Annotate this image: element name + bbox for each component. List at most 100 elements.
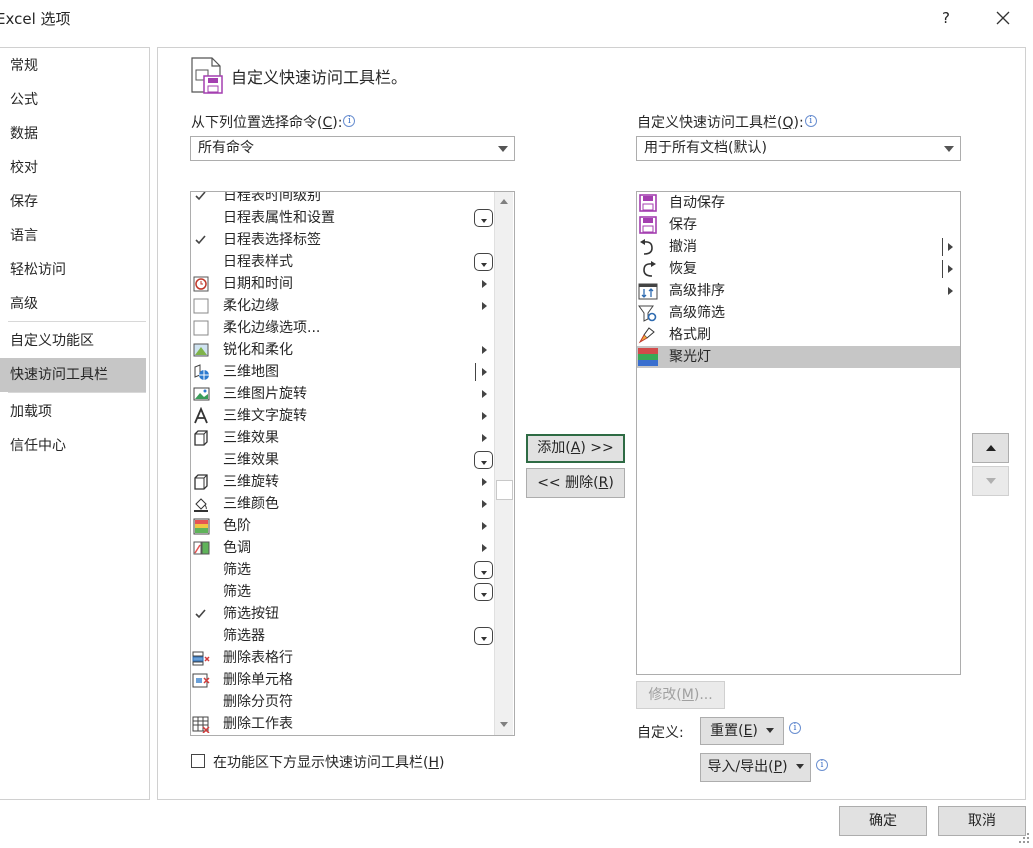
dropdown-control-icon [474, 253, 493, 271]
toolbar-scope-select[interactable]: 用于所有文档(默认) [636, 136, 961, 161]
move-down-button[interactable] [972, 466, 1009, 496]
command-list-item[interactable]: 筛选 [191, 559, 496, 581]
command-list-item[interactable]: 日程表样式 [191, 251, 496, 273]
command-list-item[interactable]: 筛选按钮 [191, 603, 496, 625]
command-label: 三维图片旋转 [223, 386, 307, 402]
scroll-up-button[interactable] [495, 193, 514, 210]
nav-item-save[interactable]: 保存 [0, 185, 146, 219]
import-export-button[interactable]: 导入/导出(P) [700, 753, 811, 782]
command-list-item[interactable]: 日程表选择标签 [191, 229, 496, 251]
choose-commands-value: 所有命令 [198, 140, 254, 156]
nav-item-data[interactable]: 数据 [0, 117, 146, 151]
toolbar-list-item[interactable]: 保存 [637, 214, 960, 236]
command-label: 柔化边缘选项... [223, 320, 321, 336]
info-icon[interactable]: i [789, 722, 801, 734]
command-list-item[interactable]: 柔化边缘选项... [191, 317, 496, 339]
submenu-arrow-icon [482, 280, 487, 288]
command-list-item[interactable]: 删除表格行 [191, 647, 496, 669]
command-list-item[interactable]: 锐化和柔化 [191, 339, 496, 361]
help-button[interactable]: ? [934, 6, 958, 30]
command-list-item[interactable]: 三维效果 [191, 449, 496, 471]
commands-scrollbar[interactable] [494, 192, 513, 735]
move-up-button[interactable] [972, 433, 1009, 463]
submenu-arrow-icon [482, 434, 487, 442]
add-button[interactable]: 添加(A) >> [526, 434, 625, 463]
dropdown-control-icon [474, 561, 493, 579]
nav-item-addins[interactable]: 加载项 [0, 395, 146, 429]
toolbar-list-item[interactable]: 聚光灯 [637, 346, 960, 368]
toolbar-list-item[interactable]: 撤消 [637, 236, 960, 258]
command-list-item[interactable]: 三维效果 [191, 427, 496, 449]
command-label: 日程表时间级别 [223, 191, 321, 204]
format-painter-icon [638, 327, 655, 344]
submenu-arrow-icon [482, 500, 487, 508]
command-list-item[interactable]: 色调 [191, 537, 496, 559]
command-list-item[interactable]: 柔化边缘 [191, 295, 496, 317]
command-list-item[interactable]: 筛选 [191, 581, 496, 603]
split-divider [475, 363, 476, 381]
command-list-item[interactable]: 三维图片旋转 [191, 383, 496, 405]
command-list-item[interactable]: 三维地图 [191, 361, 496, 383]
dropdown-control-icon [474, 583, 493, 601]
customize-toolbar-label: 自定义快速访问工具栏(Q): i [637, 112, 817, 132]
delete-row-icon [192, 651, 210, 666]
check-icon [195, 192, 206, 201]
nav-item-quick-access-toolbar[interactable]: 快速访问工具栏 [0, 358, 146, 392]
submenu-arrow-icon [948, 243, 953, 251]
command-label: 三维效果 [223, 430, 279, 446]
submenu-arrow-icon [948, 287, 953, 295]
remove-button[interactable]: << 删除(R) [526, 468, 625, 498]
show-below-ribbon-checkbox[interactable] [191, 754, 205, 768]
nav-item-formulas[interactable]: 公式 [0, 83, 146, 117]
command-list-item[interactable]: 删除单元格 [191, 669, 496, 691]
command-list-item[interactable]: 三维颜色 [191, 493, 496, 515]
text-a-icon [194, 407, 208, 424]
resize-grip-icon[interactable] [1018, 832, 1030, 844]
check-icon [195, 609, 206, 619]
close-button[interactable] [990, 6, 1016, 30]
nav-item-advanced[interactable]: 高级 [0, 287, 146, 321]
info-icon[interactable]: i [816, 759, 828, 771]
toolbar-list-item[interactable]: 高级筛选 [637, 302, 960, 324]
command-list-item[interactable]: 删除工作表 [191, 713, 496, 735]
nav-item-general[interactable]: 常规 [0, 49, 146, 83]
nav-item-proofing[interactable]: 校对 [0, 151, 146, 185]
toolbar-items-list[interactable]: 自动保存 保存 撤消 恢复 高级排序 高级筛选 格式刷 聚光灯 [636, 191, 961, 675]
command-list-item[interactable]: 色阶 [191, 515, 496, 537]
toolbar-list-item[interactable]: 高级排序 [637, 280, 960, 302]
toolbar-list-item[interactable]: 恢复 [637, 258, 960, 280]
scroll-thumb[interactable] [496, 480, 513, 500]
nav-item-language[interactable]: 语言 [0, 219, 146, 253]
submenu-arrow-icon [482, 346, 487, 354]
command-list-item[interactable]: 三维旋转 [191, 471, 496, 493]
info-icon[interactable]: i [804, 115, 817, 127]
check-icon [195, 235, 206, 245]
ok-button[interactable]: 确定 [839, 806, 927, 836]
scroll-down-button[interactable] [495, 716, 514, 733]
command-list-item[interactable]: 三维文字旋转 [191, 405, 496, 427]
window-title: Excel 选项 [0, 10, 71, 28]
modify-button[interactable]: 修改(M)... [636, 681, 725, 709]
triangle-up-icon [985, 445, 996, 451]
nav-item-accessibility[interactable]: 轻松访问 [0, 253, 146, 287]
commands-list[interactable]: 日程表时间级别日程表属性和设置 日程表选择标签 日程表样式 日期和时间 柔化边缘柔化边缘… [190, 191, 515, 736]
choose-commands-select[interactable]: 所有命令 [190, 136, 515, 161]
command-list-item[interactable]: 筛选器 [191, 625, 496, 647]
reset-button[interactable]: 重置(E) [700, 717, 784, 745]
spotlight-icon [638, 348, 658, 366]
command-list-item[interactable]: 日期和时间 [191, 273, 496, 295]
close-icon [996, 11, 1010, 25]
nav-item-trust-center[interactable]: 信任中心 [0, 429, 146, 463]
nav-item-customize-ribbon[interactable]: 自定义功能区 [0, 324, 146, 358]
choose-commands-label: 从下列位置选择命令(C): i [191, 112, 356, 132]
command-list-item[interactable]: 删除分页符 [191, 691, 496, 713]
cancel-button[interactable]: 取消 [938, 806, 1026, 836]
color-scale-icon [193, 518, 210, 535]
toolbar-list-item[interactable]: 格式刷 [637, 324, 960, 346]
save-icon [639, 216, 657, 234]
command-list-item[interactable]: 日程表时间级别 [191, 191, 496, 207]
command-list-item[interactable]: 日程表属性和设置 [191, 207, 496, 229]
info-icon[interactable]: i [343, 115, 356, 127]
toolbar-list-item[interactable]: 自动保存 [637, 192, 960, 214]
paint-bucket-icon [194, 498, 208, 512]
